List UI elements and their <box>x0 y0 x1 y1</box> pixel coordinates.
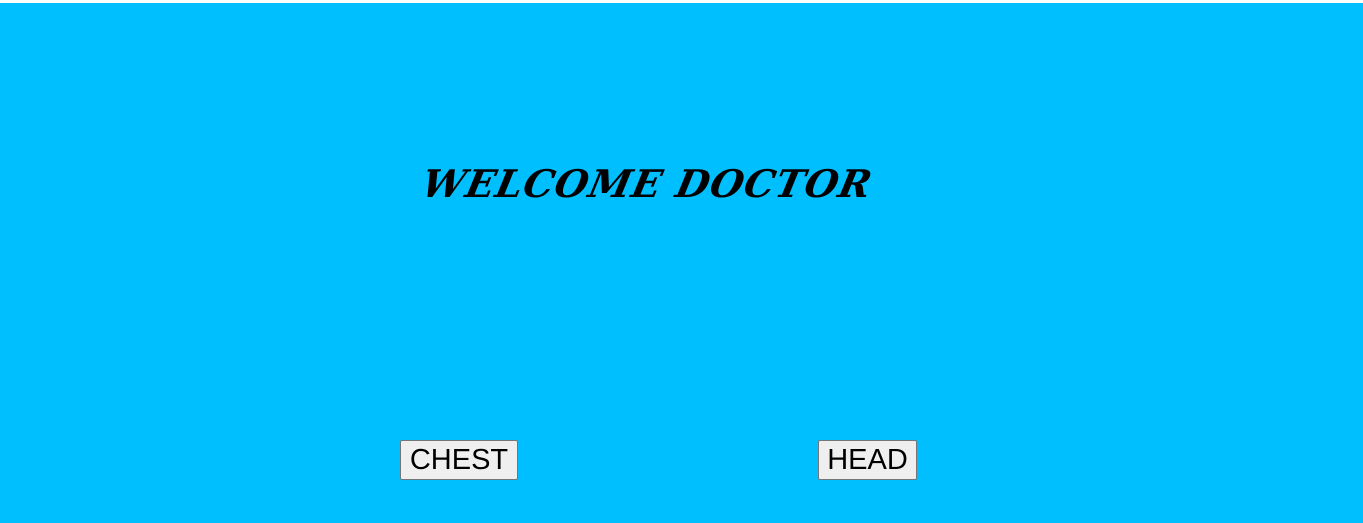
head-button[interactable]: HEAD <box>818 440 917 480</box>
page-title: WELCOME DOCTOR <box>418 161 877 206</box>
welcome-page: WELCOME DOCTOR CHEST HEAD <box>0 3 1363 523</box>
chest-button[interactable]: CHEST <box>400 440 518 480</box>
